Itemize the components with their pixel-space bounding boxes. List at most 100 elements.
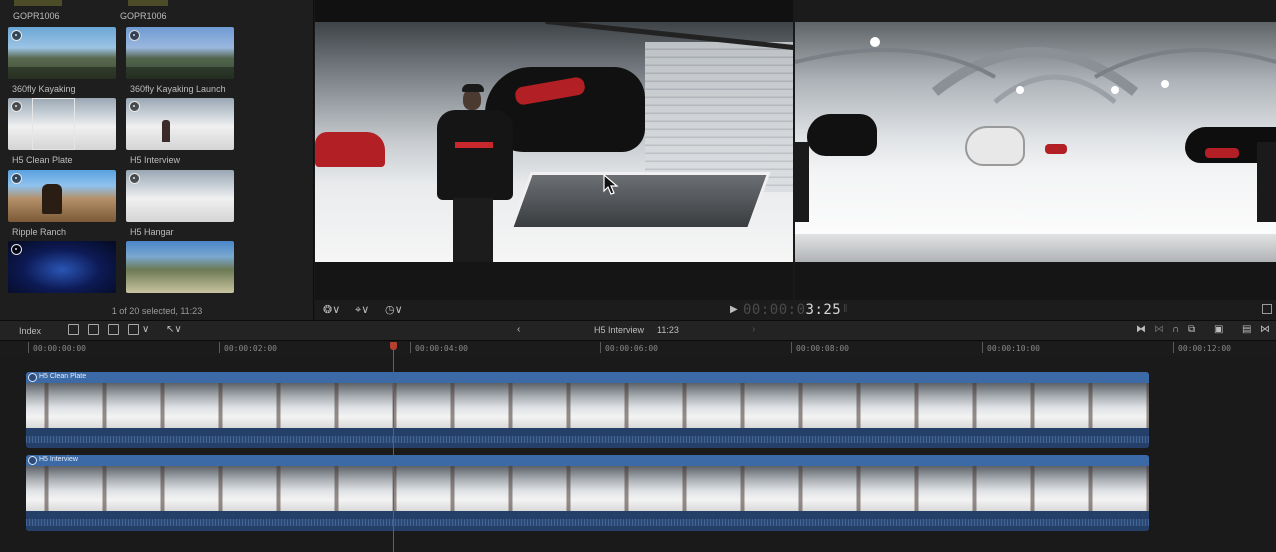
person-legs [453,198,493,262]
clip-thumbnail[interactable] [126,241,234,293]
viewer-letterbox [795,262,1276,300]
floor-shadow [795,234,1276,262]
clip-thumbnail[interactable] [8,241,116,293]
clip-name-gopr1006[interactable]: GOPR1006 [13,11,60,21]
fullscreen-icon[interactable] [1262,304,1272,314]
playhead-handle[interactable] [390,342,397,350]
play-icon[interactable]: ▶ [730,304,738,315]
timeline-clip-name: H5 Interview [39,456,78,463]
back-arrow-icon[interactable]: ‹ [517,324,520,335]
vr-360-icon [28,456,37,465]
timecode-display[interactable]: 00:00:03:25 [743,302,841,318]
clip-strip-indicator [14,0,62,6]
vr-360-icon [28,373,37,382]
person-figure [1257,142,1276,222]
select-tool-icon[interactable]: ↖∨ [166,324,182,335]
ruler-tick [1173,342,1174,353]
ruler-tick [982,342,983,353]
timeline-area[interactable]: H5 Clean Plate H5 Interview [0,356,1276,552]
audio-meter-icon: ‖ [843,303,848,315]
mouse-cursor-icon [603,174,619,195]
ruler-tick [791,342,792,353]
append-clip-icon[interactable] [68,324,79,335]
clip-thumbnail[interactable] [126,27,234,79]
clip-thumbnail[interactable] [126,170,234,222]
clip-header[interactable]: H5 Interview [26,455,1149,466]
solo-icon[interactable]: ∩ [1172,324,1179,335]
audio-waveform [26,436,1149,443]
helipad [509,172,771,230]
project-duration: 11:23 [657,325,679,335]
helicopter [807,114,877,156]
skimmer-frame [32,98,75,150]
clip-thumbnail[interactable] [8,27,116,79]
clip-name: 360fly Kayaking Launch [130,84,226,94]
ruler-tick [28,342,29,353]
clip-audio[interactable] [26,511,1149,531]
clip-filmstrip[interactable] [26,383,1149,428]
ruler-tick [410,342,411,353]
ruler-label: 00:00:04:00 [415,344,468,353]
vr-360-icon [11,30,22,41]
hangar-door [645,42,793,192]
viewer-header [795,0,1276,22]
person-figure [795,142,809,222]
red-car [1205,148,1239,158]
overwrite-clip-icon[interactable] [108,324,119,335]
transform-icon[interactable]: ⌖∨ [355,303,369,317]
ruler-label: 00:00:06:00 [605,344,658,353]
timeline-clip[interactable]: H5 Interview [26,455,1149,531]
edit-mode-icon[interactable] [128,324,139,335]
vr-360-icon [11,101,22,112]
ruler-label: 00:00:12:00 [1178,344,1231,353]
audio-waveform [26,519,1149,526]
white-helicopter [965,126,1025,166]
viewer-letterbox [315,262,793,300]
viewer-equirectangular[interactable] [795,22,1276,262]
ruler-label: 00:00:00:00 [33,344,86,353]
clip-name: 360fly Kayaking [12,84,76,94]
red-car [315,132,385,167]
vr-360-icon [11,244,22,255]
rider-figure [42,184,62,214]
clip-header[interactable]: H5 Clean Plate [26,372,1149,383]
clip-filmstrip[interactable] [26,466,1149,511]
clip-thumbnail[interactable] [8,170,116,222]
vr-360-icon [129,173,140,184]
vr-headset-icon[interactable]: ❂∨ [323,303,340,316]
index-button[interactable]: Index [14,324,46,338]
timecode-value: 3:25 [805,302,842,318]
clip-appearance-icon[interactable]: ▣ [1214,324,1223,335]
media-browser: GOPR1006 GOPR1006 360fly Kayaking 360fly… [0,0,314,320]
audio-skimming-icon[interactable]: ⋈ [1154,324,1164,335]
timeline-clip[interactable]: H5 Clean Plate [26,372,1149,448]
timeline-clip-name: H5 Clean Plate [39,373,87,380]
clip-thumbnail[interactable] [126,98,234,150]
chevron-down-icon[interactable]: ∨ [142,324,149,335]
viewer-controls-bar: ❂∨ ⌖∨ ◷∨ ▶ 00:00:03:25 ‖ [315,300,1276,320]
shirt-logo [455,142,493,148]
timeline-ruler[interactable]: 00:00:00:00 00:00:02:00 00:00:04:00 00:0… [0,342,1276,356]
effects-browser-icon[interactable]: ▤ [1242,324,1251,335]
skimming-icon[interactable]: ⧓ [1136,324,1146,335]
clip-name: Ripple Ranch [12,227,67,237]
clip-strip-indicator [128,0,168,6]
viewer-header [315,0,793,22]
timecode-dim: 00:00:0 [743,302,806,318]
playhead[interactable] [393,342,394,552]
vr-360-icon [129,101,140,112]
clip-thumbnail[interactable] [8,98,116,150]
forward-arrow-icon[interactable]: › [752,324,755,335]
person-shirt [437,110,513,200]
clip-name-gopr1006[interactable]: GOPR1006 [120,11,167,21]
viewer-360-headset[interactable] [315,22,793,262]
transitions-browser-icon[interactable]: ⋈ [1260,324,1270,335]
insert-clip-icon[interactable] [88,324,99,335]
person-figure [162,120,170,142]
ruler-label: 00:00:02:00 [224,344,277,353]
selection-status: 1 of 20 selected, 11:23 [111,306,203,316]
snapping-icon[interactable]: ⧉ [1188,324,1195,335]
speed-icon[interactable]: ◷∨ [385,303,403,316]
clip-audio[interactable] [26,428,1149,448]
ruler-tick [219,342,220,353]
